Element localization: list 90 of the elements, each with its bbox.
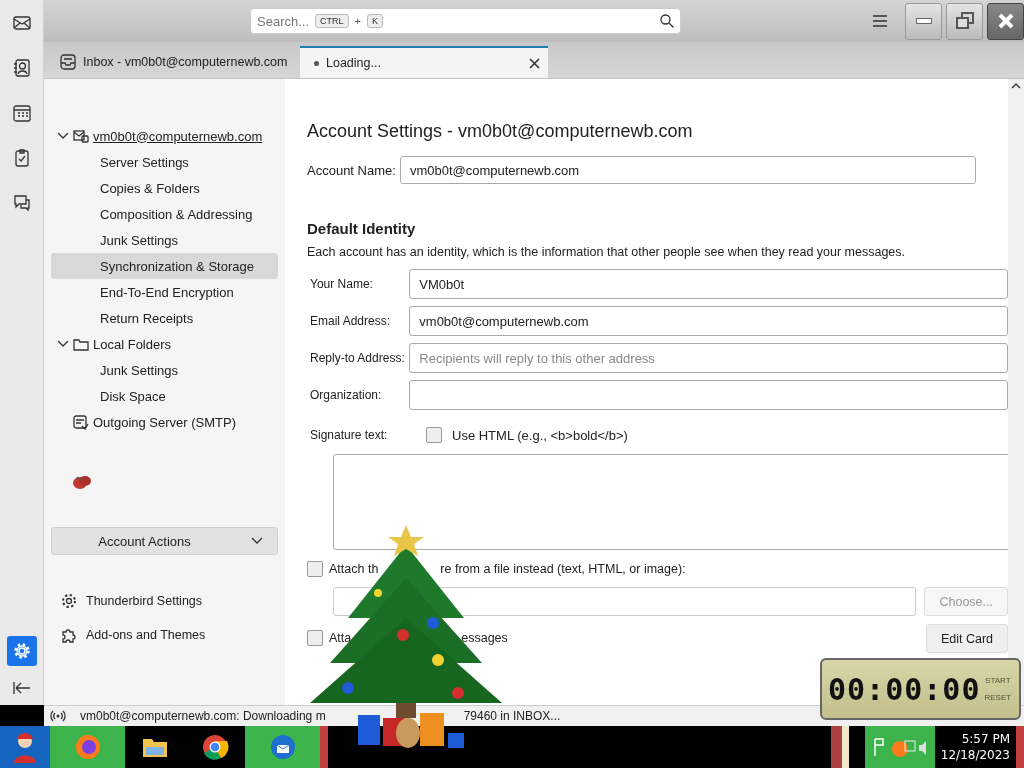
status-text: 79460 in INBOX... [463, 709, 561, 723]
timer-button[interactable]: START [984, 676, 1012, 685]
tree-item[interactable]: Server Settings [51, 149, 278, 175]
restore-button[interactable] [946, 2, 984, 40]
clipboard-icon [12, 149, 31, 167]
checkbox-label: Use HTML (e.g., <b>bold</b>) [452, 427, 628, 443]
scroll-up-icon [1011, 83, 1021, 89]
text-field[interactable]: VM0b0t [409, 269, 1008, 299]
checkbox-label: Attach th [329, 562, 379, 576]
tree-item[interactable]: End-To-End Encryption [51, 279, 278, 305]
start-button[interactable] [0, 726, 50, 768]
checkbox-label: essages [461, 631, 508, 645]
settings-link[interactable]: Thunderbird Settings [86, 594, 203, 608]
tree-item[interactable]: Outgoing Server (SMTP) [93, 414, 237, 430]
field-label: Your Name: [310, 277, 374, 291]
settings-icon [61, 593, 77, 609]
edit-card-button[interactable]: Edit Card [925, 624, 1008, 653]
minimize-button[interactable] [905, 2, 943, 40]
close-icon [996, 12, 1015, 30]
clock-time: 5:57 PM [960, 731, 1010, 747]
tree-item[interactable]: Junk Settings [51, 227, 278, 253]
page-title: Account Settings - vm0b0t@computernewb.com [307, 121, 694, 142]
space-button[interactable] [6, 636, 37, 666]
tree-item[interactable]: Local Folders [93, 336, 172, 352]
taskbar-tile [320, 726, 328, 768]
tree-item[interactable]: Copies & Folders [51, 175, 278, 201]
folder-icon [73, 336, 89, 352]
tree-item[interactable]: Junk Settings [51, 357, 278, 383]
tree-item[interactable]: Disk Space [51, 383, 278, 409]
minimize-icon [915, 18, 932, 24]
restore-icon [955, 12, 974, 30]
account-icon [73, 128, 89, 144]
status-text: vm0b0t@computernewb.com: Downloading m [80, 709, 326, 723]
account-actions-button[interactable]: Account Actions [51, 527, 278, 555]
mail-icon [12, 14, 31, 32]
search-icon [660, 14, 675, 28]
tab[interactable]: Loading... [300, 46, 548, 78]
section-description: Each account has an identity, which is the information that other people see when they read your messages. [307, 245, 907, 259]
section-heading: Default Identity [307, 220, 417, 237]
loading-dot [314, 60, 319, 66]
search-field[interactable]: Search... CTRL + K [250, 8, 682, 34]
timer-button[interactable]: RESET [984, 693, 1012, 702]
field-label: Account Name: [307, 162, 396, 178]
chevron-icon[interactable] [57, 340, 69, 348]
browser-icon [201, 733, 229, 761]
account-name-field[interactable]: vm0b0t@computernewb.com [399, 156, 976, 184]
text-field[interactable] [409, 380, 1008, 410]
close-button[interactable] [987, 2, 1024, 40]
clock-date: 12/18/2023 [940, 747, 1010, 763]
checkbox[interactable] [307, 630, 323, 646]
tree-item[interactable]: vm0b0t@computernewb.com [93, 128, 263, 144]
browser-icon [73, 733, 102, 761]
close-icon[interactable] [529, 57, 540, 69]
address-book-icon [12, 59, 31, 77]
field-label: Email Address: [310, 314, 392, 328]
keyboard-key: K [367, 14, 383, 28]
timer-display: 00:00:00 [828, 671, 981, 707]
text-field[interactable]: vm0b0t@computernewb.com [409, 306, 1008, 336]
tab[interactable]: Inbox - vm0b0t@computernewb.com [52, 46, 296, 78]
checkbox-label: Atta [329, 631, 352, 645]
field-label: Reply-to Address: [310, 351, 406, 365]
tree-item[interactable]: Synchronization & Storage [51, 253, 278, 279]
mail-app-icon [268, 733, 297, 761]
taskbar-tile [830, 726, 849, 768]
checkbox-label: re from a file instead (text, HTML, or image): [440, 562, 686, 576]
plus-sign: + [354, 15, 361, 27]
tree-item[interactable]: Return Receipts [51, 305, 278, 331]
berry-icon [71, 473, 93, 491]
tray-icons [871, 736, 928, 758]
checkbox[interactable] [307, 561, 323, 577]
settings-link[interactable]: Add-ons and Themes [86, 628, 206, 642]
inbox-icon [60, 54, 76, 70]
outgoing-server-icon [73, 414, 89, 430]
field-label: Signature text: [310, 428, 389, 442]
text-field[interactable]: Recipients will reply to this other address [409, 343, 1008, 373]
collapse-icon[interactable] [12, 681, 31, 695]
tree-item[interactable]: Composition & Addressing [51, 201, 278, 227]
chevron-icon[interactable] [57, 132, 69, 140]
search-placeholder: Search... [257, 13, 310, 29]
signal-icon [50, 710, 66, 722]
settings-icon [12, 642, 31, 660]
checkbox[interactable] [426, 427, 442, 443]
menu-icon[interactable] [873, 15, 888, 27]
chevron-icon [250, 537, 263, 545]
taskbar-tile [1016, 726, 1024, 768]
field-label: Organization: [310, 388, 383, 402]
keyboard-key: CTRL [315, 14, 349, 28]
puzzle-icon [61, 627, 77, 643]
calendar-icon [12, 104, 31, 122]
chat-icon [12, 194, 31, 212]
